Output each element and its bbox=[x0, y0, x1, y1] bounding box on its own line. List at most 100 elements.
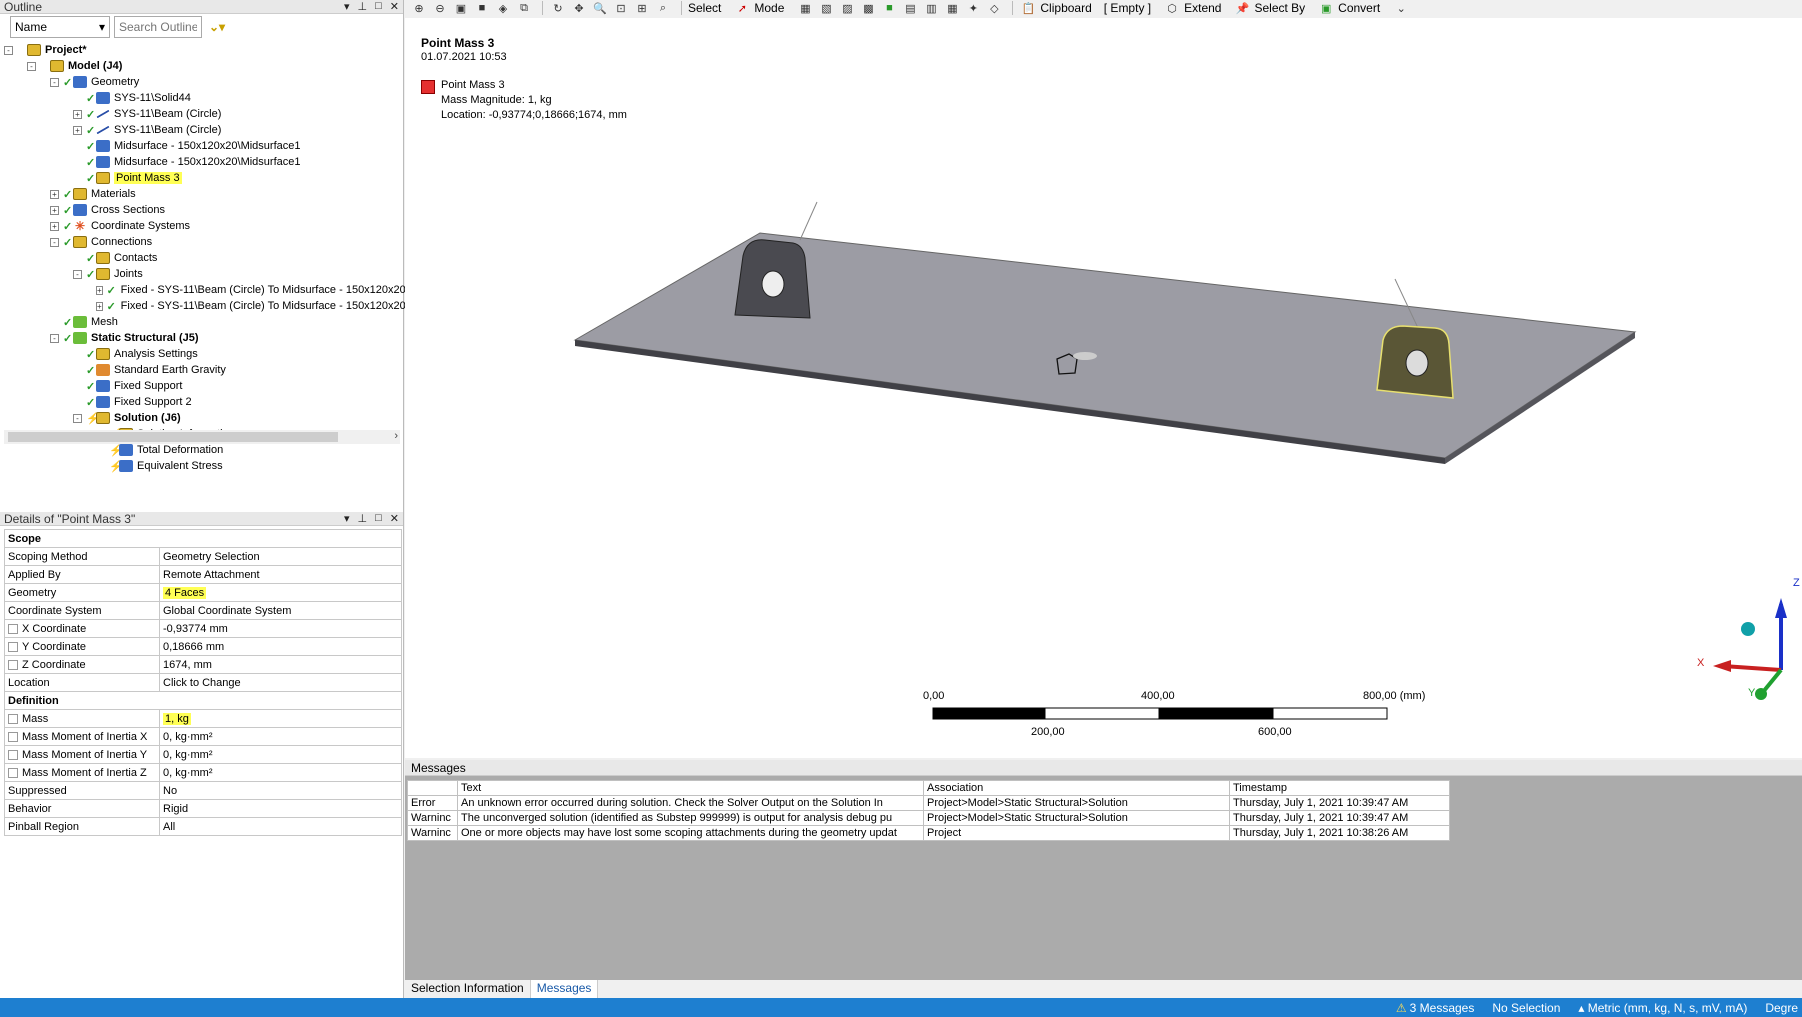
select-edge-icon[interactable]: ▧ bbox=[817, 1, 835, 15]
parameter-checkbox[interactable] bbox=[8, 767, 18, 778]
collapse-icon[interactable]: - bbox=[50, 77, 59, 87]
extend-dropdown[interactable]: Extend bbox=[1184, 1, 1221, 15]
message-row[interactable]: Warninc The unconverged solution (identif… bbox=[407, 810, 1450, 826]
parameter-checkbox[interactable] bbox=[8, 713, 18, 724]
tree-item[interactable]: - Project* bbox=[0, 42, 404, 58]
message-row[interactable]: Warninc One or more objects may have lost… bbox=[407, 825, 1450, 841]
zoom-out-icon[interactable]: ⊖ bbox=[431, 1, 449, 15]
details-row[interactable]: Location Click to Change bbox=[4, 673, 402, 692]
beam-line-left[interactable] bbox=[799, 201, 818, 241]
tab-selection-information[interactable]: Selection Information bbox=[405, 980, 531, 998]
tree-item[interactable]: ⚡ Total Deformation bbox=[0, 442, 404, 458]
col-type-header[interactable] bbox=[407, 780, 458, 796]
details-row[interactable]: Scoping Method Geometry Selection bbox=[4, 547, 402, 566]
details-value-cell[interactable]: All bbox=[159, 817, 402, 836]
parameter-checkbox[interactable] bbox=[8, 731, 18, 742]
pin-icon[interactable]: ⊥ bbox=[358, 0, 368, 13]
plate-top-face[interactable] bbox=[573, 232, 1637, 459]
tree-item[interactable]: + ✓ Fixed - SYS-11\Beam (Circle) To Midsur… bbox=[0, 298, 406, 314]
tree-item[interactable]: ✓ Analysis Settings bbox=[0, 346, 404, 362]
expand-icon[interactable]: + bbox=[73, 125, 82, 135]
tree-item[interactable]: + ✓ SYS-11\Beam (Circle) bbox=[0, 106, 404, 122]
details-row[interactable]: Mass 1, kg bbox=[4, 709, 402, 728]
model-canvas[interactable]: X Y Z bbox=[405, 18, 1802, 758]
tree-item[interactable]: + ✓ ✳ Coordinate Systems bbox=[0, 218, 404, 234]
details-row[interactable]: Mass Moment of Inertia Y 0, kg·mm² bbox=[4, 745, 402, 764]
tree-item[interactable]: ✓ SYS-11\Solid44 bbox=[0, 90, 404, 106]
status-units[interactable]: ▴ Metric (mm, kg, N, s, mV, mA) bbox=[1578, 1001, 1747, 1015]
details-row[interactable]: Pinball Region All bbox=[4, 817, 402, 836]
col-text-header[interactable]: Text bbox=[457, 780, 924, 796]
select-body-icon[interactable]: ▩ bbox=[859, 1, 877, 15]
tree-item[interactable]: - Model (J4) bbox=[0, 58, 404, 74]
tree-item[interactable]: ✓ Standard Earth Gravity bbox=[0, 362, 404, 378]
details-section[interactable]: Scope bbox=[4, 529, 402, 548]
wireframe-icon[interactable]: ◈ bbox=[494, 1, 512, 15]
pan-icon[interactable]: ✥ bbox=[570, 1, 588, 15]
details-value-cell[interactable]: 4 Faces bbox=[159, 583, 402, 602]
tree-item[interactable]: ⚡ Equivalent Stress bbox=[0, 458, 404, 474]
details-row[interactable]: Mass Moment of Inertia X 0, kg·mm² bbox=[4, 727, 402, 746]
search-outline-input[interactable] bbox=[114, 16, 202, 38]
details-value-cell[interactable]: No bbox=[159, 781, 402, 800]
status-degrees[interactable]: Degre bbox=[1765, 1001, 1798, 1015]
outline-horizontal-scrollbar[interactable]: › bbox=[4, 430, 400, 444]
sparkle-icon[interactable]: ✦ bbox=[964, 1, 982, 15]
tree-item[interactable]: ✓ Midsurface - 150x120x20\Midsurface1 bbox=[0, 154, 404, 170]
col-timestamp-header[interactable]: Timestamp bbox=[1229, 780, 1450, 796]
parameter-checkbox[interactable] bbox=[8, 623, 18, 634]
scroll-right-icon[interactable]: › bbox=[394, 430, 398, 442]
expand-icon[interactable]: + bbox=[96, 301, 103, 311]
col-association-header[interactable]: Association bbox=[923, 780, 1230, 796]
solid-view-icon[interactable]: ■ bbox=[473, 1, 491, 15]
dropdown-icon[interactable]: ▾ bbox=[344, 0, 350, 13]
expand-icon[interactable]: + bbox=[50, 205, 59, 215]
collapse-icon[interactable]: - bbox=[4, 45, 13, 55]
tree-item[interactable]: ✓ Midsurface - 150x120x20\Midsurface1 bbox=[0, 138, 404, 154]
details-row[interactable]: Suppressed No bbox=[4, 781, 402, 800]
select-all-icon[interactable]: ▦ bbox=[943, 1, 961, 15]
filter-type-select[interactable]: Name ▾ bbox=[10, 16, 110, 38]
select-node-icon[interactable]: ■ bbox=[880, 1, 898, 15]
body-select-icon[interactable]: ▣ bbox=[452, 1, 470, 15]
select-vertex-icon[interactable]: ▦ bbox=[796, 1, 814, 15]
tree-item[interactable]: ✓ Contacts bbox=[0, 250, 404, 266]
coordinate-triad[interactable] bbox=[1713, 598, 1787, 700]
tree-item[interactable]: ✓ Point Mass 3 bbox=[0, 170, 404, 186]
details-value-cell[interactable]: -0,93774 mm bbox=[159, 619, 402, 638]
details-row[interactable]: Z Coordinate 1674, mm bbox=[4, 655, 402, 674]
zoom-icon[interactable]: 🔍 bbox=[591, 1, 609, 15]
pin-icon[interactable]: ⊥ bbox=[358, 512, 368, 525]
section-icon[interactable]: ⧉ bbox=[515, 1, 533, 15]
collapse-icon[interactable]: - bbox=[50, 237, 59, 247]
maximize-icon[interactable]: □ bbox=[375, 512, 382, 525]
parameter-checkbox[interactable] bbox=[8, 659, 18, 670]
select-button[interactable]: Select bbox=[688, 1, 721, 15]
collapse-icon[interactable]: - bbox=[50, 333, 59, 343]
tree-item[interactable]: - ✓ Connections bbox=[0, 234, 404, 250]
details-value-cell[interactable]: 1674, mm bbox=[159, 655, 402, 674]
details-value-cell[interactable]: Rigid bbox=[159, 799, 402, 818]
tree-item[interactable]: - ✓ Geometry bbox=[0, 74, 404, 90]
details-row[interactable]: X Coordinate -0,93774 mm bbox=[4, 619, 402, 638]
magnifier-icon[interactable]: ⌕ bbox=[654, 1, 672, 15]
tree-item[interactable]: - ⚡ Solution (J6) bbox=[0, 410, 404, 426]
details-row[interactable]: Geometry 4 Faces bbox=[4, 583, 402, 602]
zoom-fit-icon[interactable]: ⊞ bbox=[633, 1, 651, 15]
tree-item[interactable]: - ✓ Static Structural (J5) bbox=[0, 330, 404, 346]
tab-messages[interactable]: Messages bbox=[530, 980, 599, 998]
convert-dropdown[interactable]: Convert bbox=[1338, 1, 1380, 15]
details-value-cell[interactable]: Geometry Selection bbox=[159, 547, 402, 566]
tree-item[interactable]: + ✓ Cross Sections bbox=[0, 202, 404, 218]
close-icon[interactable]: ✕ bbox=[390, 0, 399, 13]
status-messages[interactable]: ⚠ 3 Messages bbox=[1396, 1001, 1474, 1015]
select-mesh-icon[interactable]: ▥ bbox=[922, 1, 940, 15]
details-value-cell[interactable]: 0, kg·mm² bbox=[159, 745, 402, 764]
filter-options-button[interactable]: ⌄▾ bbox=[206, 16, 228, 38]
tree-item[interactable]: + ✓ Materials bbox=[0, 186, 404, 202]
parameter-checkbox[interactable] bbox=[8, 749, 18, 760]
details-section[interactable]: Definition bbox=[4, 691, 402, 710]
details-row[interactable]: Behavior Rigid bbox=[4, 799, 402, 818]
mode-dropdown[interactable]: Mode bbox=[754, 1, 784, 15]
details-value-cell[interactable]: Remote Attachment bbox=[159, 565, 402, 584]
